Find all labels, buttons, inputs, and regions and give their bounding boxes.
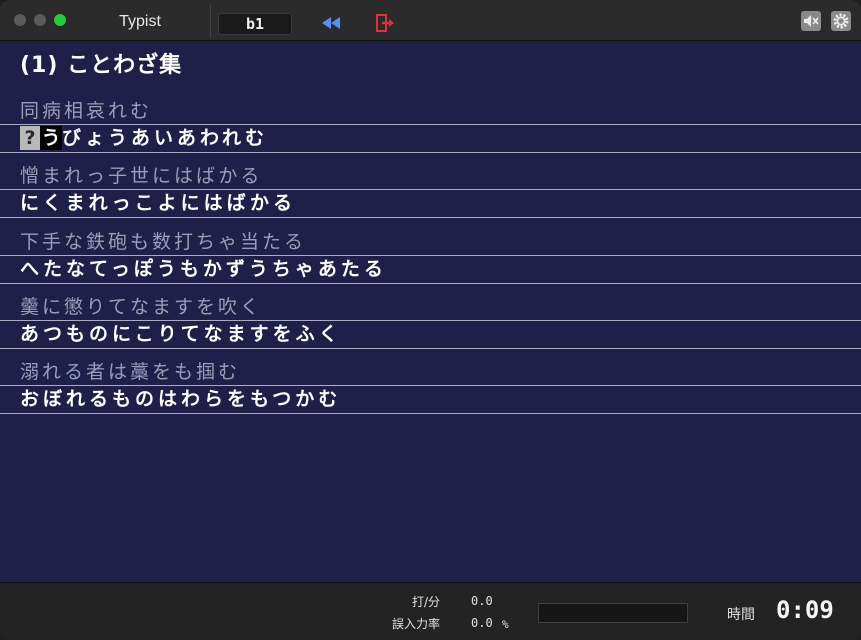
entry-kana: あつものにこりてなますをふく [20, 323, 342, 345]
title-bar: Typist b1 [0, 0, 861, 41]
time-label: 時間 [727, 607, 755, 623]
entry: 下手な鉄砲も数打ちゃ当たる へたなてっぽうもかずうちゃあたる [0, 230, 861, 295]
status-bar: 打/分 0.0 誤入力率 0.0 % 時間 0:09 [0, 582, 861, 640]
divider [0, 124, 861, 125]
entry-kana[interactable]: ? うびょうあいあわれむ [20, 126, 268, 150]
close-window-button[interactable] [14, 14, 26, 26]
entry: 憎まれっ子世にはばかる にくまれっこよにはばかる [0, 164, 861, 229]
typed-char-marker: ? [20, 126, 40, 150]
section-title: (1) ことわざ集 [20, 53, 183, 78]
settings-button[interactable] [830, 10, 852, 32]
entry: 同病相哀れむ ? うびょうあいあわれむ [0, 99, 861, 164]
entry-kana: へたなてっぽうもかずうちゃあたる [20, 258, 387, 280]
gear-icon [831, 11, 851, 31]
entry-kanji: 羹に懲りてなますを吹く [20, 296, 263, 318]
divider [0, 385, 861, 386]
divider [0, 217, 861, 218]
maximize-window-button[interactable] [54, 14, 66, 26]
error-rate-label: 誤入力率 [391, 617, 440, 631]
entry-kana: おぼれるものはわらをもつかむ [20, 388, 342, 410]
mode-indicator[interactable]: b1 [218, 13, 292, 35]
entry-kanji: 下手な鉄砲も数打ちゃ当たる [20, 231, 307, 253]
divider [0, 320, 861, 321]
rewind-button[interactable] [320, 12, 342, 34]
entry-kana-remaining: びょうあいあわれむ [62, 127, 269, 149]
entry-kanji: 同病相哀れむ [20, 100, 153, 122]
entry-kana: にくまれっこよにはばかる [20, 192, 297, 214]
title-separator [210, 4, 211, 38]
error-rate-value: 0.0 [471, 616, 493, 630]
time-value: 0:09 [776, 596, 834, 624]
minimize-window-button[interactable] [34, 14, 46, 26]
rewind-icon [322, 17, 340, 29]
exit-button[interactable] [374, 12, 396, 34]
exit-icon [376, 14, 394, 32]
divider [0, 413, 861, 414]
mute-button[interactable] [800, 10, 822, 32]
speaker-mute-icon [801, 11, 821, 31]
divider [0, 189, 861, 190]
progress-bar [538, 603, 688, 623]
entry-kanji: 憎まれっ子世にはばかる [20, 165, 263, 187]
divider [0, 348, 861, 349]
divider [0, 283, 861, 284]
entry: 溺れる者は藁をも掴む おぼれるものはわらをもつかむ [0, 360, 861, 425]
divider [0, 152, 861, 153]
divider [0, 255, 861, 256]
error-rate-unit: % [502, 618, 509, 631]
speed-label: 打/分 [411, 595, 440, 609]
entry-kanji: 溺れる者は藁をも掴む [20, 361, 241, 383]
entry: 羹に懲りてなますを吹く あつものにこりてなますをふく [0, 295, 861, 360]
window-title: Typist [119, 13, 161, 30]
speed-value: 0.0 [471, 594, 493, 608]
cursor-char: う [40, 126, 62, 150]
typist-window: Typist b1 (1) ことわざ集 同病相哀れむ ? うびょうあいあわれむ … [0, 0, 861, 640]
